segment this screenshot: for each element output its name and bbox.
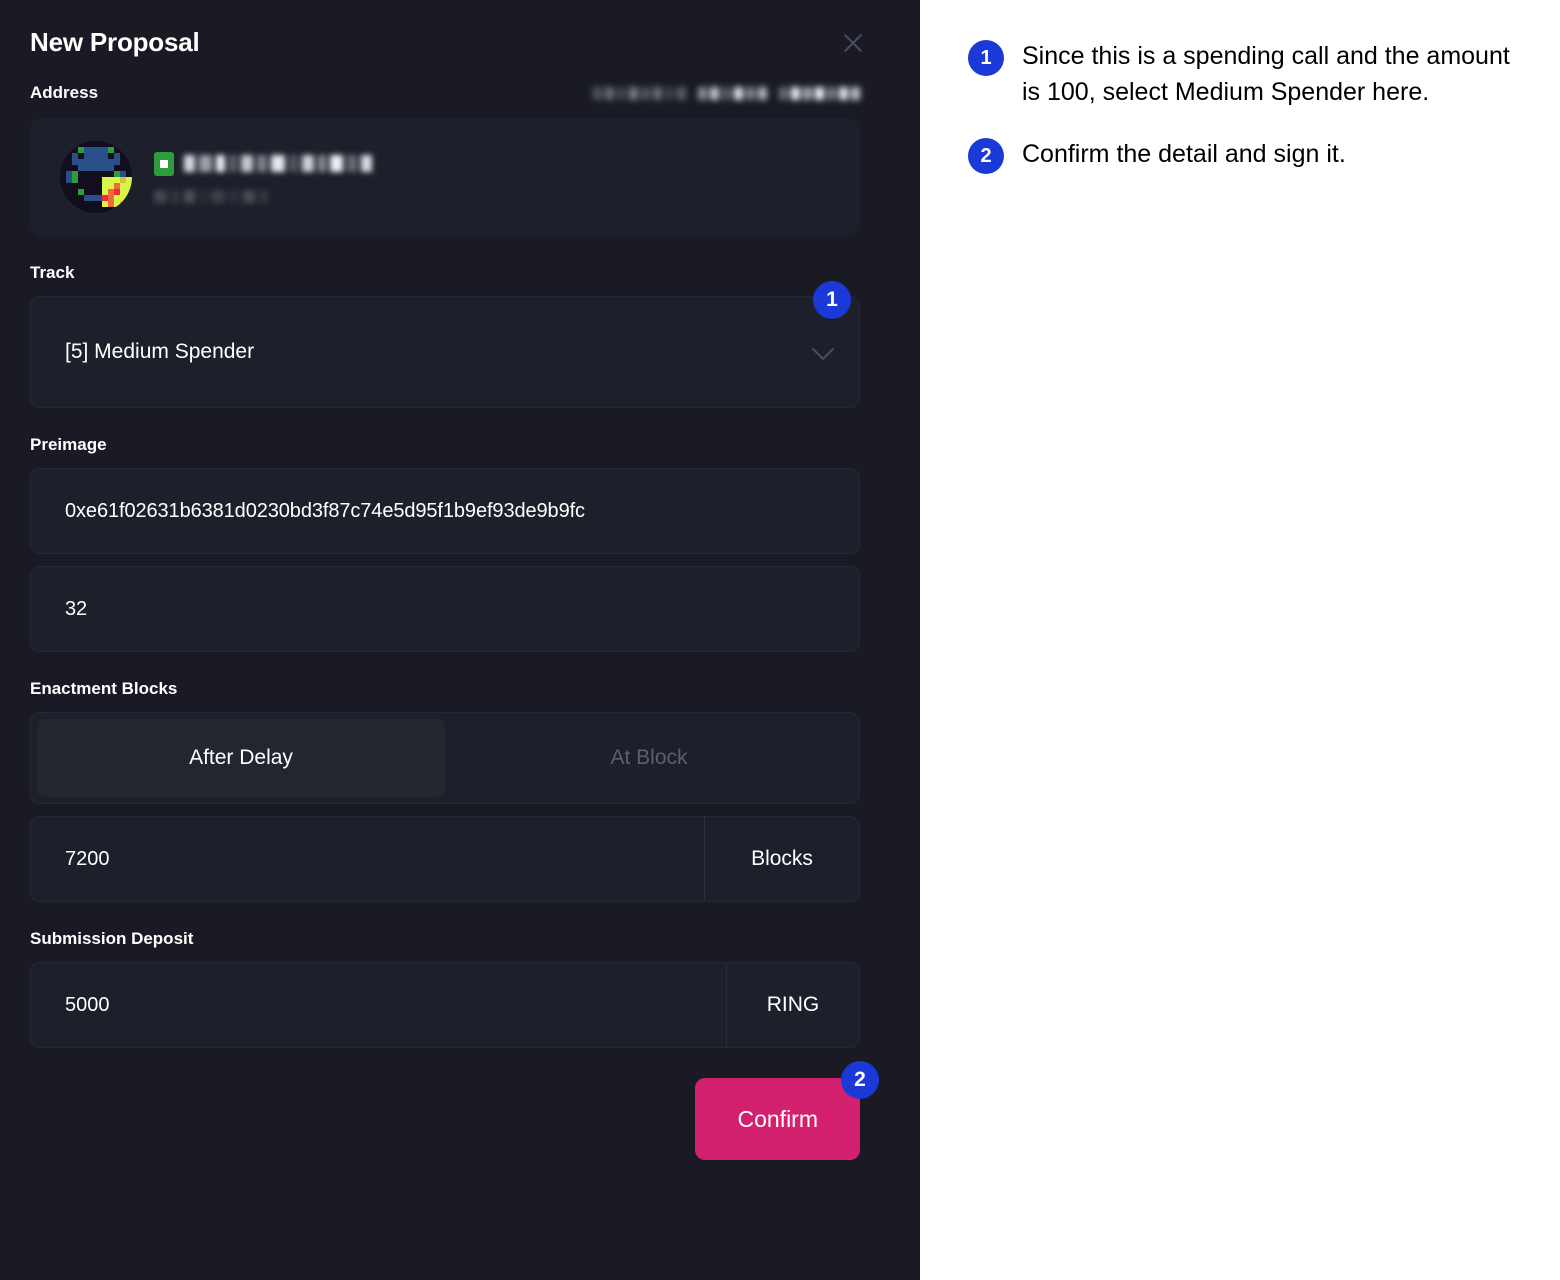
modal-header: New Proposal	[30, 26, 888, 66]
submission-deposit-unit: RING	[726, 963, 859, 1047]
close-icon[interactable]	[836, 26, 870, 60]
address-card[interactable]	[30, 118, 860, 236]
confirm-row: Confirm 2	[30, 1061, 879, 1160]
submission-deposit-field: 5000 RING	[30, 962, 860, 1048]
annotation-item: 2 Confirm the detail and sign it.	[968, 136, 1514, 174]
track-label: Track	[30, 263, 75, 282]
annotation-number: 1	[968, 40, 1004, 76]
account-details	[154, 151, 372, 203]
enactment-blocks-field: 7200 Blocks	[30, 816, 860, 902]
submission-deposit-block: Submission Deposit 5000 RING	[30, 928, 860, 1048]
enactment-blocks-input[interactable]: 7200	[31, 817, 704, 901]
enactment-label: Enactment Blocks	[30, 679, 178, 698]
confirm-button[interactable]: Confirm	[695, 1078, 860, 1160]
screen: New Proposal Address Track [5] Medium Sp…	[0, 0, 1560, 1280]
enactment-block: Enactment Blocks After Delay At Block 72…	[30, 678, 860, 902]
annotation-item: 1 Since this is a spending call and the …	[968, 38, 1514, 110]
address-row: Address	[30, 82, 888, 104]
preimage-hash-input[interactable]: 0xe61f02631b6381d0230bd3f87c74e5d95f1b9e…	[30, 468, 860, 554]
new-proposal-modal: New Proposal Address Track [5] Medium Sp…	[0, 0, 920, 1280]
preimage-label: Preimage	[30, 435, 107, 454]
track-select[interactable]: [5] Medium Spender	[30, 296, 860, 408]
tab-at-block[interactable]: At Block	[445, 719, 853, 797]
annotation-number: 2	[968, 138, 1004, 174]
preimage-block: Preimage 0xe61f02631b6381d0230bd3f87c74e…	[30, 434, 860, 652]
submission-deposit-input[interactable]: 5000	[31, 963, 726, 1047]
address-value-redacted	[593, 86, 860, 100]
annotation-text: Confirm the detail and sign it.	[1022, 140, 1346, 168]
page-title: New Proposal	[30, 27, 200, 57]
step-badge-2: 2	[841, 1061, 879, 1099]
chevron-down-icon	[811, 337, 835, 361]
account-name-row	[154, 151, 372, 176]
preimage-length-value: 32	[65, 597, 88, 620]
annotation-text: Since this is a spending call and the am…	[1022, 42, 1510, 106]
track-block: Track [5] Medium Spender 1	[30, 262, 860, 408]
enactment-segmented-control: After Delay At Block	[30, 712, 860, 804]
step-badge-1: 1	[813, 281, 851, 319]
account-sub-redacted	[154, 189, 372, 203]
identicon-avatar	[60, 141, 132, 213]
preimage-length-input[interactable]: 32	[30, 566, 860, 652]
track-selected-value: [5] Medium Spender	[65, 340, 255, 363]
address-label: Address	[30, 83, 99, 102]
account-name-redacted	[184, 155, 372, 172]
tab-after-delay[interactable]: After Delay	[37, 719, 445, 797]
preimage-hash-value: 0xe61f02631b6381d0230bd3f87c74e5d95f1b9e…	[65, 499, 585, 522]
chain-chip-icon	[154, 151, 174, 176]
enactment-blocks-unit: Blocks	[704, 817, 859, 901]
annotation-panel: 1 Since this is a spending call and the …	[920, 0, 1560, 1280]
submission-deposit-label: Submission Deposit	[30, 929, 194, 948]
